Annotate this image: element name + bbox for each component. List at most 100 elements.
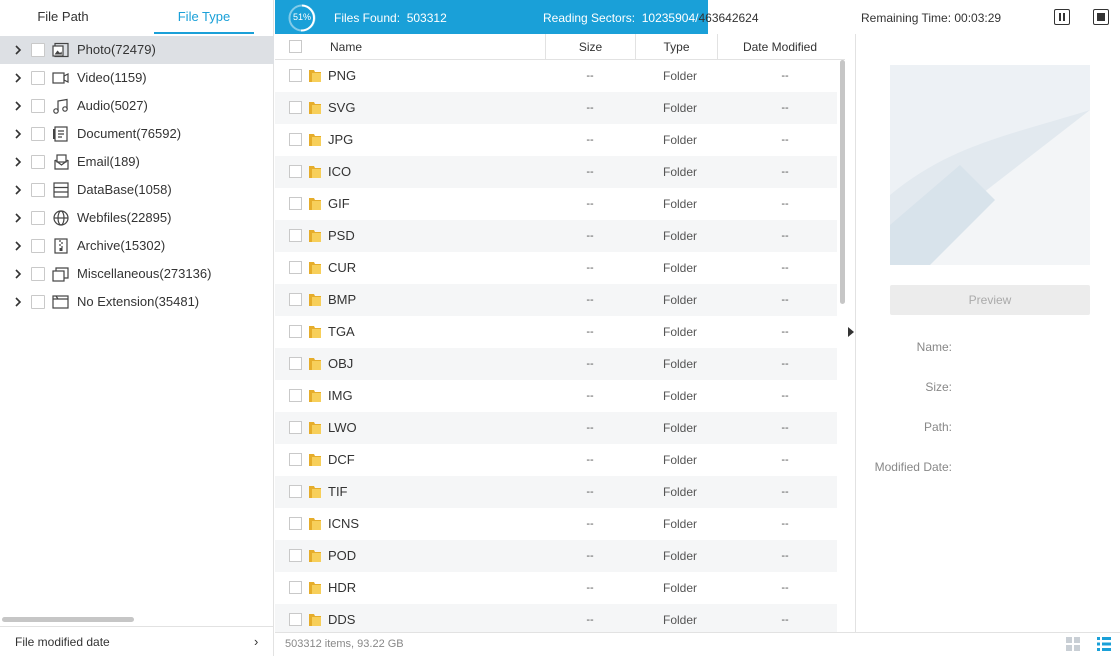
- row-checkbox[interactable]: [289, 485, 302, 498]
- folder-icon: [309, 198, 321, 210]
- expand-arrow-icon[interactable]: [14, 185, 22, 195]
- tree-item[interactable]: Webfiles(22895): [0, 204, 274, 232]
- expand-arrow-icon[interactable]: [14, 45, 22, 55]
- expand-arrow-icon[interactable]: [14, 157, 22, 167]
- tree-item[interactable]: Document(76592): [0, 120, 274, 148]
- horizontal-scrollbar[interactable]: [2, 617, 134, 622]
- tree-item[interactable]: Email(189): [0, 148, 274, 176]
- tree-item-label: Document(76592): [77, 126, 182, 141]
- table-row[interactable]: OBJ -- Folder --: [275, 348, 837, 380]
- row-checkbox[interactable]: [289, 69, 302, 82]
- row-size: --: [586, 582, 594, 594]
- row-checkbox[interactable]: [289, 325, 302, 338]
- row-date: --: [781, 294, 789, 306]
- tree-checkbox[interactable]: [31, 71, 45, 85]
- tree-checkbox[interactable]: [31, 183, 45, 197]
- row-checkbox[interactable]: [289, 517, 302, 530]
- table-row[interactable]: GIF -- Folder --: [275, 188, 837, 220]
- meta-size-label: Size:: [925, 380, 952, 394]
- expand-arrow-icon[interactable]: [14, 269, 22, 279]
- expand-arrow-icon[interactable]: [14, 241, 22, 251]
- grid-view-icon[interactable]: [1065, 636, 1081, 652]
- tab-file-path[interactable]: File Path: [0, 0, 126, 34]
- tree-item[interactable]: Photo(72479): [0, 36, 274, 64]
- tree-item[interactable]: Video(1159): [0, 64, 274, 92]
- folder-icon: [309, 422, 321, 434]
- column-name[interactable]: Name: [330, 34, 362, 60]
- row-checkbox[interactable]: [289, 549, 302, 562]
- vertical-scrollbar[interactable]: [840, 60, 845, 304]
- table-row[interactable]: ICO -- Folder --: [275, 156, 837, 188]
- table-row[interactable]: PNG -- Folder --: [275, 60, 837, 92]
- row-checkbox[interactable]: [289, 197, 302, 210]
- row-date: --: [781, 454, 789, 466]
- tree-checkbox[interactable]: [31, 267, 45, 281]
- row-checkbox[interactable]: [289, 165, 302, 178]
- chevron-right-icon[interactable]: ›: [254, 634, 258, 649]
- row-checkbox[interactable]: [289, 421, 302, 434]
- tree-item[interactable]: No Extension(35481): [0, 288, 274, 316]
- row-name: ICO: [328, 164, 352, 179]
- column-size[interactable]: Size: [545, 34, 635, 60]
- table-row[interactable]: IMG -- Folder --: [275, 380, 837, 412]
- table-row[interactable]: DCF -- Folder --: [275, 444, 837, 476]
- row-checkbox[interactable]: [289, 389, 302, 402]
- row-checkbox[interactable]: [289, 101, 302, 114]
- column-type[interactable]: Type: [635, 34, 717, 60]
- pause-button[interactable]: [1054, 9, 1070, 25]
- row-checkbox[interactable]: [289, 133, 302, 146]
- row-type: Folder: [662, 613, 697, 627]
- row-checkbox[interactable]: [289, 293, 302, 306]
- expand-arrow-icon[interactable]: [14, 73, 22, 83]
- table-row[interactable]: DDS -- Folder --: [275, 604, 837, 632]
- table-row[interactable]: BMP -- Folder --: [275, 284, 837, 316]
- tree-checkbox[interactable]: [31, 155, 45, 169]
- tree-checkbox[interactable]: [31, 127, 45, 141]
- table-row[interactable]: CUR -- Folder --: [275, 252, 837, 284]
- tree-checkbox[interactable]: [31, 99, 45, 113]
- row-checkbox[interactable]: [289, 357, 302, 370]
- table-row[interactable]: TGA -- Folder --: [275, 316, 837, 348]
- tree-checkbox[interactable]: [31, 43, 45, 57]
- expand-arrow-icon[interactable]: [14, 297, 22, 307]
- row-type: Folder: [662, 261, 697, 275]
- column-date-modified[interactable]: Date Modified: [717, 34, 842, 60]
- table-row[interactable]: TIF -- Folder --: [275, 476, 837, 508]
- row-checkbox[interactable]: [289, 261, 302, 274]
- filter-bar[interactable]: File modified date ›: [0, 626, 274, 656]
- tree-item[interactable]: Archive(15302): [0, 232, 274, 260]
- preview-button[interactable]: Preview: [890, 285, 1090, 315]
- table-row[interactable]: HDR -- Folder --: [275, 572, 837, 604]
- list-view-icon[interactable]: [1096, 636, 1112, 652]
- tree-checkbox[interactable]: [31, 239, 45, 253]
- row-date: --: [781, 326, 789, 338]
- tab-file-type[interactable]: File Type: [154, 0, 254, 34]
- row-checkbox[interactable]: [289, 453, 302, 466]
- row-name: LWO: [328, 420, 357, 435]
- audio-icon: [53, 98, 68, 114]
- expand-arrow-icon[interactable]: [14, 129, 22, 139]
- table-row[interactable]: LWO -- Folder --: [275, 412, 837, 444]
- table-row[interactable]: ICNS -- Folder --: [275, 508, 837, 540]
- table-row[interactable]: PSD -- Folder --: [275, 220, 837, 252]
- row-name: PSD: [328, 228, 355, 243]
- table-row[interactable]: POD -- Folder --: [275, 540, 837, 572]
- expand-arrow-icon[interactable]: [14, 101, 22, 111]
- select-all-checkbox[interactable]: [289, 40, 302, 53]
- tree-item[interactable]: DataBase(1058): [0, 176, 274, 204]
- table-row[interactable]: SVG -- Folder --: [275, 92, 837, 124]
- tree-item-label: No Extension(35481): [77, 294, 200, 309]
- tree-item[interactable]: Audio(5027): [0, 92, 274, 120]
- tree-checkbox[interactable]: [31, 295, 45, 309]
- table-row[interactable]: JPG -- Folder --: [275, 124, 837, 156]
- expand-arrow-icon[interactable]: [14, 213, 22, 223]
- tree-item[interactable]: Miscellaneous(273136): [0, 260, 274, 288]
- folder-icon: [309, 454, 321, 466]
- collapse-preview-icon[interactable]: [847, 326, 855, 338]
- tree-checkbox[interactable]: [31, 211, 45, 225]
- row-checkbox[interactable]: [289, 613, 302, 626]
- row-checkbox[interactable]: [289, 229, 302, 242]
- misc-icon: [52, 267, 69, 282]
- stop-button[interactable]: [1093, 9, 1109, 25]
- row-checkbox[interactable]: [289, 581, 302, 594]
